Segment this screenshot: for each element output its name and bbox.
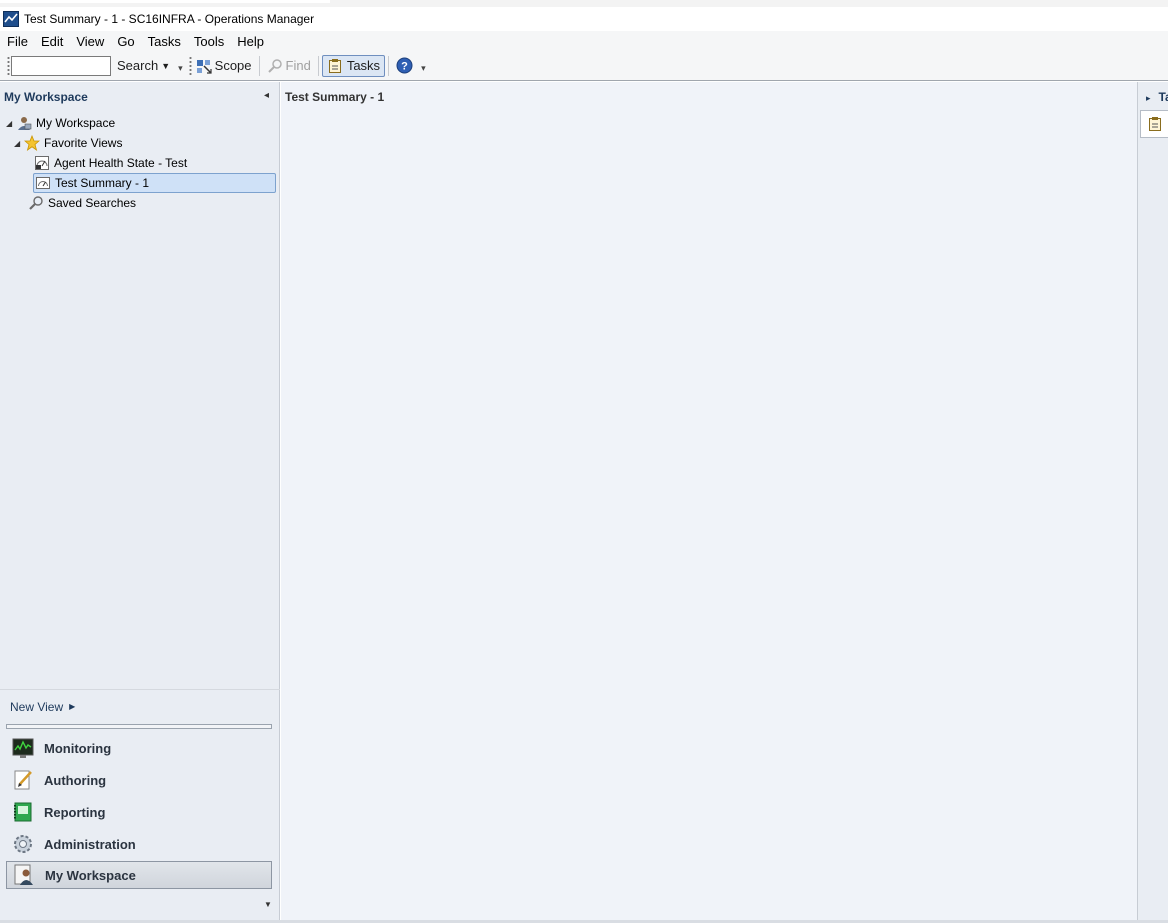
wunderbar-label: Authoring <box>44 772 107 788</box>
tree-expander-icon[interactable]: ◢ <box>6 119 16 128</box>
administration-icon <box>14 835 32 853</box>
toolbar-separator <box>258 55 260 76</box>
tree-item-label: Favorite Views <box>44 136 123 150</box>
window-title: Test Summary - 1 - SC16INFRA - Operation… <box>24 12 315 26</box>
top-strip <box>0 0 1168 7</box>
find-button[interactable]: Find <box>263 55 315 77</box>
chevron-down-icon[interactable]: ▼ <box>264 900 272 909</box>
navigation-pane-title: My Workspace <box>4 90 88 104</box>
operations-manager-icon <box>3 11 19 27</box>
tasks-icon <box>328 58 341 73</box>
tree-item-label: My Workspace <box>36 116 116 130</box>
menu-help[interactable]: Help <box>230 34 270 49</box>
tree-item-label: Saved Searches <box>48 196 137 210</box>
wunderbar-administration[interactable]: Administration <box>6 830 272 858</box>
scope-icon <box>196 59 212 74</box>
monitoring-icon <box>12 738 34 758</box>
workspace-icon <box>18 117 32 130</box>
chevron-down-icon: ▼ <box>161 60 171 71</box>
tasks-pane: ▸ Ta <box>1137 82 1168 920</box>
title-bar: Test Summary - 1 - SC16INFRA - Operation… <box>0 7 1168 31</box>
toolbar-separator <box>388 55 390 76</box>
tasks-label: Tasks <box>346 58 381 73</box>
reporting-icon <box>14 802 32 822</box>
tree-item-label: Test Summary - 1 <box>55 176 150 190</box>
wunderbar-label: My Workspace <box>45 867 136 883</box>
my-workspace-icon <box>14 864 33 885</box>
help-button[interactable]: ? <box>392 55 417 77</box>
view-title: Test Summary - 1 <box>285 90 385 104</box>
state-view-icon <box>35 156 49 170</box>
scope-label: Scope <box>214 58 252 73</box>
results-pane: Test Summary - 1 <box>281 82 1137 920</box>
tree-item-favorite-views[interactable]: ◢ Favorite Views <box>14 133 122 153</box>
wunderbar-my-workspace[interactable]: My Workspace <box>6 861 272 889</box>
tasks-icon <box>1148 117 1161 131</box>
menu-tasks[interactable]: Tasks <box>141 34 187 49</box>
menu-bar: File Edit View Go Tasks Tools Help <box>0 31 1168 51</box>
new-view-button[interactable]: New View ▶ <box>0 689 280 723</box>
scope-button[interactable]: Scope <box>192 55 256 77</box>
find-icon <box>267 58 282 73</box>
toolbar-grip[interactable] <box>7 55 10 76</box>
wunderbar-monitoring[interactable]: Monitoring <box>6 734 272 762</box>
expand-pane-icon[interactable]: ▸ <box>1146 93 1151 103</box>
menu-go[interactable]: Go <box>110 34 140 49</box>
tree-expander-icon[interactable]: ◢ <box>14 139 24 148</box>
top-strip-edge <box>0 0 330 3</box>
toolbar-overflow-icon[interactable]: ▾ <box>421 63 426 74</box>
tree-item-agent-health-state[interactable]: Agent Health State - Test <box>34 153 187 173</box>
wunderbar-label: Reporting <box>44 804 106 820</box>
menu-file[interactable]: File <box>0 34 34 49</box>
search-input[interactable] <box>11 55 111 76</box>
help-icon: ? <box>396 57 413 74</box>
toolbar: Search ▼ ▾ Scope Find Tasks ? ▾ <box>0 51 1168 81</box>
tree-item-test-summary[interactable]: Test Summary - 1 <box>33 173 276 193</box>
find-label: Find <box>285 58 311 73</box>
tree-item-my-workspace[interactable]: ◢ My Workspace <box>6 113 115 133</box>
search-button[interactable]: Search ▼ <box>113 55 174 77</box>
tasks-pane-header[interactable]: ▸ Ta <box>1146 90 1168 104</box>
star-icon <box>24 135 40 151</box>
new-view-label: New View <box>10 699 64 714</box>
wunderbar-label: Monitoring <box>44 740 112 756</box>
magnifier-icon <box>29 196 43 210</box>
search-label: Search <box>117 58 159 73</box>
dashboard-view-icon <box>36 177 50 189</box>
wunderbar-authoring[interactable]: Authoring <box>6 766 272 794</box>
tasks-button[interactable]: Tasks <box>321 54 386 77</box>
collapse-pane-icon[interactable]: ◂ <box>264 90 269 101</box>
tree-item-saved-searches[interactable]: Saved Searches <box>28 193 136 213</box>
tasks-tab[interactable] <box>1140 110 1168 138</box>
menu-tools[interactable]: Tools <box>187 34 230 49</box>
navigation-pane: My Workspace ◂ ◢ My Workspace ◢ Favorite… <box>0 82 280 920</box>
wunderbar-label: Administration <box>44 836 136 852</box>
chevron-right-icon: ▶ <box>69 702 76 711</box>
wunderbar-splitter[interactable] <box>6 724 272 729</box>
toolbar-overflow-icon[interactable]: ▾ <box>178 63 183 74</box>
svg-text:?: ? <box>401 61 408 73</box>
toolbar-separator <box>317 55 319 76</box>
menu-view[interactable]: View <box>69 34 110 49</box>
tasks-pane-title: Ta <box>1158 90 1168 104</box>
authoring-icon <box>14 770 32 790</box>
tree-item-label: Agent Health State - Test <box>54 156 188 170</box>
wunderbar-reporting[interactable]: Reporting <box>6 798 272 826</box>
menu-edit[interactable]: Edit <box>34 34 69 49</box>
